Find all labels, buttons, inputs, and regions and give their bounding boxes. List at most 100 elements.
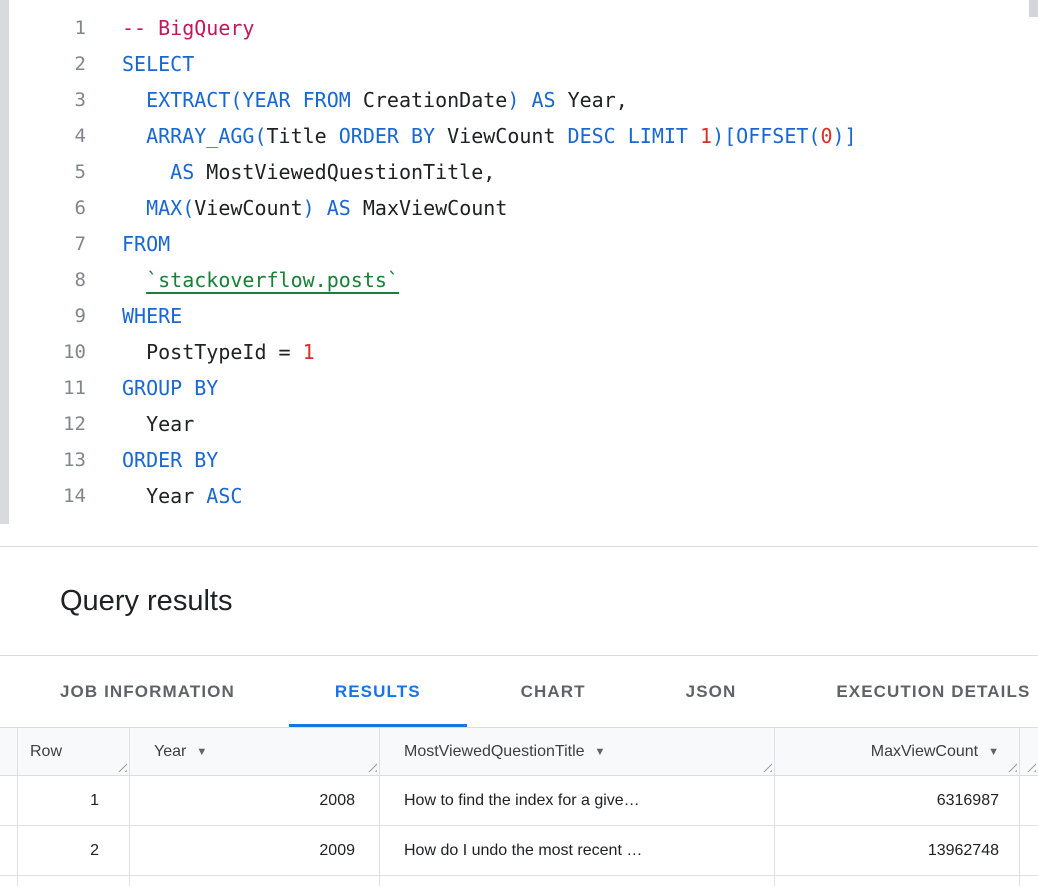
- code-token: -- BigQuery: [122, 16, 254, 40]
- line-number: 2: [0, 46, 86, 82]
- code-token: CreationDate: [351, 88, 508, 112]
- code-token: FROM: [122, 232, 170, 256]
- column-resize-handle[interactable]: [1006, 761, 1017, 772]
- code-line[interactable]: 12 Year: [0, 406, 1038, 442]
- code-line[interactable]: 7FROM: [0, 226, 1038, 262]
- code-token: LIMIT: [628, 124, 688, 148]
- code-token: 1: [303, 340, 315, 364]
- tab-json[interactable]: JSON: [640, 656, 783, 727]
- table-reference-link[interactable]: `stackoverflow.posts`: [146, 268, 399, 292]
- code-token: DESC: [568, 124, 616, 148]
- column-resize-handle[interactable]: [116, 761, 127, 772]
- code-token: ORDER BY: [122, 448, 218, 472]
- table-cell: [775, 876, 1020, 886]
- column-header-mostviewedquestiontitle[interactable]: MostViewedQuestionTitle ▼: [380, 728, 775, 775]
- column-resize-handle[interactable]: [761, 761, 772, 772]
- table-row: 12008How to find the index for a give…63…: [0, 776, 1038, 826]
- code-line[interactable]: 14 Year ASC: [0, 478, 1038, 514]
- code-token: Year: [122, 412, 194, 436]
- line-number: 10: [0, 334, 86, 370]
- column-header-row[interactable]: Row: [18, 728, 130, 775]
- column-header-label: MostViewedQuestionTitle: [404, 743, 585, 761]
- code-token: ARRAY_AGG(: [146, 124, 266, 148]
- code-token: YEAR: [242, 88, 290, 112]
- sql-editor[interactable]: 1 -- BigQuery 2 SELECT 3 EXTRACT(YEAR FROM C…: [0, 0, 1038, 547]
- tab-execution-details[interactable]: EXECUTION DETAILS: [790, 656, 1038, 727]
- editor-left-scrollbar[interactable]: [0, 0, 9, 524]
- results-table: RowYear▼MostViewedQuestionTitle▼MaxViewC…: [0, 728, 1038, 886]
- line-number: 3: [0, 82, 86, 118]
- code-line[interactable]: 9WHERE: [0, 298, 1038, 334]
- code-token: 0: [820, 124, 832, 148]
- tab-job-information[interactable]: JOB INFORMATION: [14, 656, 281, 727]
- table-header-row: RowYear▼MostViewedQuestionTitle▼MaxViewC…: [0, 728, 1038, 776]
- table-row-partial: [0, 876, 1038, 886]
- editor-vertical-scrollbar[interactable]: [1029, 0, 1038, 17]
- line-number: 1: [0, 10, 86, 46]
- code-text: FROM: [122, 226, 170, 262]
- code-text: GROUP BY: [122, 370, 218, 406]
- sort-dropdown-icon[interactable]: ▼: [196, 746, 207, 758]
- column-resize-handle[interactable]: [1025, 761, 1036, 772]
- code-line[interactable]: 10 PostTypeId = 1: [0, 334, 1038, 370]
- code-text: ORDER BY: [122, 442, 218, 478]
- code-line[interactable]: 3 EXTRACT(YEAR FROM CreationDate) AS Yea…: [0, 82, 1038, 118]
- sort-dropdown-icon[interactable]: ▼: [595, 746, 606, 758]
- code-line[interactable]: 4 ARRAY_AGG(Title ORDER BY ViewCount DES…: [0, 118, 1038, 154]
- line-number: 6: [0, 190, 86, 226]
- code-token: AS: [327, 196, 351, 220]
- table-cell-overflow: [1020, 776, 1038, 825]
- code-line[interactable]: 6 MAX(ViewCount) AS MaxViewCount: [0, 190, 1038, 226]
- code-token: [122, 160, 170, 184]
- code-text: ARRAY_AGG(Title ORDER BY ViewCount DESC …: [122, 118, 857, 154]
- tab-chart[interactable]: CHART: [475, 656, 632, 727]
- code-token: ASC: [206, 484, 242, 508]
- column-header-maxviewcount[interactable]: MaxViewCount▼: [775, 728, 1020, 775]
- column-resize-handle[interactable]: [366, 761, 377, 772]
- code-token: Year,: [556, 88, 628, 112]
- code-text: Year: [122, 406, 194, 442]
- table-header-overflow-cell: [1020, 728, 1038, 775]
- table-cell: 2: [18, 826, 130, 875]
- table-header-stub-cell: [0, 728, 18, 775]
- line-number: 12: [0, 406, 86, 442]
- line-number: 11: [0, 370, 86, 406]
- code-text: Year ASC: [122, 478, 242, 514]
- table-cell: 2008: [130, 776, 380, 825]
- code-token: ): [303, 196, 315, 220]
- code-line[interactable]: 1 -- BigQuery: [0, 10, 1038, 46]
- table-cell: [18, 876, 130, 886]
- code-token: FROM: [303, 88, 351, 112]
- code-token: PostTypeId =: [122, 340, 303, 364]
- code-line[interactable]: 8 `stackoverflow.posts`: [0, 262, 1038, 298]
- table-cell-overflow: [1020, 826, 1038, 875]
- code-token: OFFSET(: [736, 124, 820, 148]
- code-line[interactable]: 2 SELECT: [0, 46, 1038, 82]
- code-line[interactable]: 11 GROUP BY: [0, 370, 1038, 406]
- code-text: PostTypeId = 1: [122, 334, 315, 370]
- bigquery-results-panel: 1 -- BigQuery 2 SELECT 3 EXTRACT(YEAR FROM C…: [0, 0, 1038, 886]
- code-token: [122, 268, 146, 292]
- sort-dropdown-icon[interactable]: ▼: [988, 746, 999, 758]
- code-token: AS: [170, 160, 194, 184]
- code-token: )]: [833, 124, 857, 148]
- column-header-year[interactable]: Year ▼: [130, 728, 380, 775]
- code-line[interactable]: 13ORDER BY: [0, 442, 1038, 478]
- code-token: EXTRACT(: [146, 88, 242, 112]
- code-text: SELECT: [122, 46, 194, 82]
- tab-results[interactable]: RESULTS: [289, 656, 467, 727]
- code-token: [616, 124, 628, 148]
- code-token: )[: [712, 124, 736, 148]
- code-token: 1: [700, 124, 712, 148]
- code-token: SELECT: [122, 52, 194, 76]
- line-number: 5: [0, 154, 86, 190]
- table-row-stub-cell: [0, 826, 18, 875]
- table-cell: 6316987: [775, 776, 1020, 825]
- code-line[interactable]: 5 AS MostViewedQuestionTitle,: [0, 154, 1038, 190]
- column-header-label: Year: [154, 743, 186, 761]
- table-cell: [380, 876, 775, 886]
- code-token: MAX(: [146, 196, 194, 220]
- line-number: 4: [0, 118, 86, 154]
- code-token: [315, 196, 327, 220]
- code-token: MaxViewCount: [351, 196, 508, 220]
